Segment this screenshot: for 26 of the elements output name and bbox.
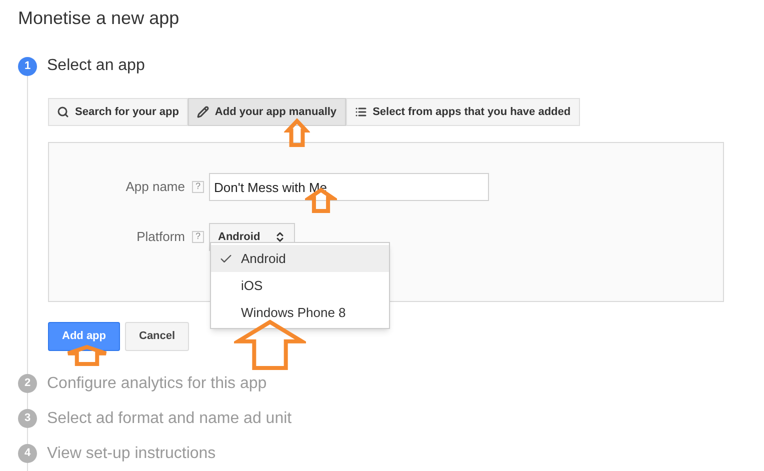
up-arrow <box>234 318 306 370</box>
dropdown-option[interactable]: Windows Phone 8 <box>211 299 389 326</box>
step-label: View set-up instructions <box>47 444 216 464</box>
step-number: 1 <box>18 56 37 76</box>
dropdown-option[interactable]: Android <box>211 245 389 272</box>
sort-icon <box>274 231 286 243</box>
field-label: Platform <box>136 228 185 246</box>
step-number: 4 <box>18 444 37 463</box>
step-label: Select an app <box>47 56 145 76</box>
search-icon <box>57 106 69 118</box>
tab[interactable]: Select from apps that you have added <box>346 98 580 126</box>
up-arrow <box>284 117 310 147</box>
tab[interactable]: Add your app manually <box>188 98 346 126</box>
cancel-button[interactable]: Cancel <box>125 322 190 351</box>
page-title: Monetise a new app <box>18 7 180 30</box>
help-icon[interactable]: ? <box>192 181 204 193</box>
tab[interactable]: Search for your app <box>48 98 188 126</box>
help-icon[interactable]: ? <box>192 231 204 243</box>
dropdown-option[interactable]: iOS <box>211 272 389 299</box>
step-number: 2 <box>18 374 37 393</box>
step-number: 3 <box>18 409 37 428</box>
field-label: App name <box>124 178 185 196</box>
step-label: Configure analytics for this app <box>47 374 267 394</box>
step-label: Select ad format and name ad unit <box>47 408 292 428</box>
list-icon <box>354 106 367 118</box>
pencil-icon <box>196 106 209 118</box>
